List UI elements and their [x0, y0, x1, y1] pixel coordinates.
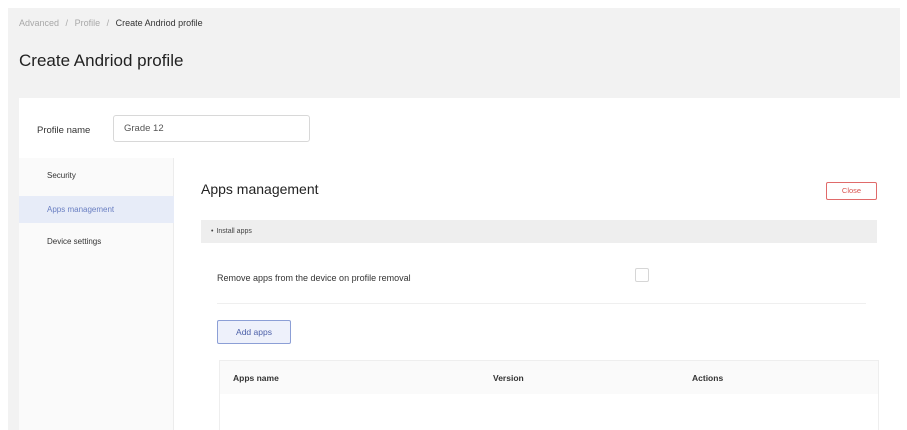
install-apps-header[interactable]: • Install apps [201, 220, 877, 243]
column-header-version: Version [493, 373, 524, 383]
remove-apps-checkbox[interactable] [635, 268, 649, 282]
sidebar-item-security[interactable]: Security [19, 162, 174, 189]
breadcrumb-separator: / [65, 18, 69, 28]
profile-name-input[interactable] [113, 115, 310, 142]
profile-name-row: Profile name [19, 98, 900, 158]
sidebar-item-apps-management[interactable]: Apps management [19, 196, 174, 223]
column-header-apps-name: Apps name [233, 373, 279, 383]
section-title: Apps management [201, 181, 319, 197]
profile-card: Profile name Security Apps management De… [19, 98, 900, 430]
breadcrumb-current: Create Andriod profile [115, 18, 203, 28]
remove-apps-option-label: Remove apps from the device on profile r… [217, 273, 411, 283]
breadcrumb-profile[interactable]: Profile [75, 18, 101, 28]
divider [217, 303, 866, 304]
apps-table-header: Apps name Version Actions [220, 361, 878, 394]
page: Advanced / Profile / Create Andriod prof… [8, 8, 900, 430]
page-title: Create Andriod profile [19, 51, 184, 70]
breadcrumb-separator: / [106, 18, 110, 28]
sidebar-item-device-settings[interactable]: Device settings [19, 228, 174, 255]
install-apps-label: Install apps [216, 228, 252, 235]
apps-management-panel: Apps management Close • Install apps Remo… [175, 158, 900, 430]
column-header-actions: Actions [692, 373, 724, 383]
bullet-icon: • [211, 228, 214, 235]
add-apps-button[interactable]: Add apps [217, 320, 291, 344]
close-button[interactable]: Close [826, 182, 877, 200]
apps-table: Apps name Version Actions [219, 360, 879, 430]
breadcrumb: Advanced / Profile / Create Andriod prof… [19, 18, 203, 28]
settings-sidebar: Security Apps management Device settings [19, 158, 174, 430]
profile-name-label: Profile name [37, 125, 91, 136]
breadcrumb-advanced[interactable]: Advanced [19, 18, 59, 28]
